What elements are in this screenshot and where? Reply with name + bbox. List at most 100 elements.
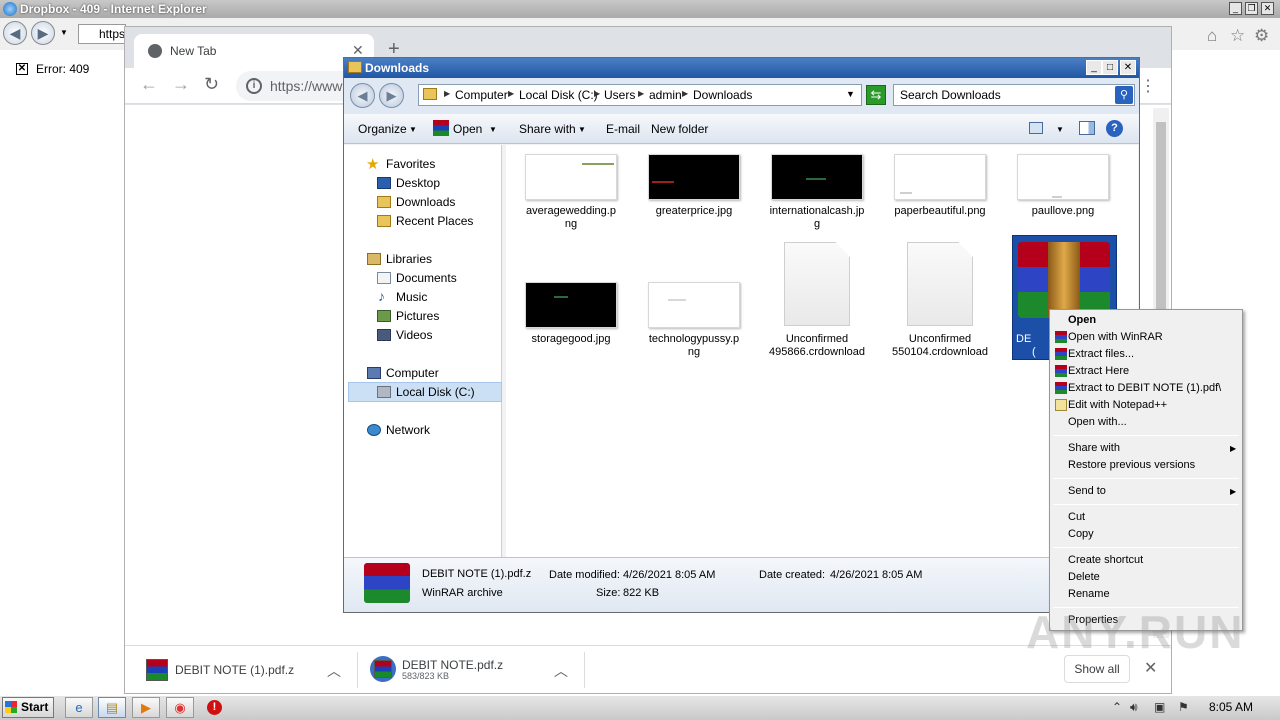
file-name[interactable]: storagegood.jpg <box>512 333 630 346</box>
chevron-down-icon[interactable]: ▼ <box>489 125 497 134</box>
forward-arrow-icon[interactable]: → <box>172 74 190 95</box>
scrollbar-thumb[interactable] <box>1156 122 1166 322</box>
menu-item-send-to[interactable]: Send to <box>1068 485 1106 497</box>
file-thumbnail[interactable] <box>771 154 863 200</box>
home-icon[interactable]: ⌂ <box>1207 26 1217 46</box>
chevron-down-icon[interactable]: ▼ <box>409 125 417 134</box>
network-tray-icon[interactable]: ▣ <box>1154 700 1165 714</box>
blank-document-icon[interactable] <box>784 242 850 326</box>
new-folder-button[interactable]: New folder <box>651 122 708 136</box>
nav-item-recent-places[interactable]: Recent Places <box>396 214 473 228</box>
kebab-menu-icon[interactable]: ⋮ <box>1140 76 1156 96</box>
chevron-right-icon[interactable]: ▶ <box>682 89 688 98</box>
nav-item-music[interactable]: Music <box>396 290 427 304</box>
file-thumbnail[interactable] <box>525 154 617 200</box>
help-icon[interactable]: ? <box>1106 120 1123 137</box>
file-thumbnail[interactable] <box>1017 154 1109 200</box>
nav-item-network[interactable]: Network <box>386 423 430 437</box>
ie-address-bar[interactable]: https <box>78 24 126 44</box>
ie-back-button[interactable]: ◀ <box>3 21 27 45</box>
nav-item-libraries[interactable]: Libraries <box>386 252 432 266</box>
chevron-right-icon[interactable]: ▶ <box>638 89 644 98</box>
volume-icon[interactable]: 🔊︎ <box>1130 700 1138 715</box>
preview-pane-icon[interactable] <box>1079 121 1095 135</box>
menu-item-open[interactable]: Open <box>1068 314 1096 326</box>
breadcrumb-local-disk[interactable]: Local Disk (C:) <box>519 88 598 102</box>
file-name[interactable]: paullove.png <box>1004 205 1122 218</box>
chevron-right-icon[interactable]: ▶ <box>508 89 514 98</box>
nav-item-videos[interactable]: Videos <box>396 328 432 342</box>
search-input[interactable]: Search Downloads <box>893 84 1135 106</box>
breadcrumb-computer[interactable]: Computer <box>455 88 508 102</box>
download-item-name[interactable]: DEBIT NOTE (1).pdf.z <box>175 663 294 677</box>
chrome-taskbar-icon[interactable]: ◉ <box>166 697 194 718</box>
menu-item-extract-here[interactable]: Extract Here <box>1068 365 1129 377</box>
show-all-button[interactable]: Show all <box>1064 655 1130 683</box>
file-thumbnail[interactable] <box>525 282 617 328</box>
view-options-icon[interactable] <box>1029 122 1043 134</box>
menu-item-copy[interactable]: Copy <box>1068 528 1094 540</box>
nav-item-pictures[interactable]: Pictures <box>396 309 439 323</box>
close-button[interactable]: ✕ <box>1120 60 1136 75</box>
chevron-down-icon[interactable]: ▼ <box>578 125 586 134</box>
file-thumbnail[interactable] <box>648 282 740 328</box>
back-button[interactable]: ◀ <box>350 83 375 108</box>
email-button[interactable]: E-mail <box>606 122 640 136</box>
gear-icon[interactable]: ⚙ <box>1254 26 1269 46</box>
file-name[interactable]: paperbeautiful.png <box>881 205 999 218</box>
back-arrow-icon[interactable]: ← <box>140 74 158 95</box>
maximize-button[interactable]: □ <box>1102 60 1118 75</box>
nav-item-favorites[interactable]: Favorites <box>386 157 435 171</box>
favorites-star-icon[interactable]: ☆ <box>1230 26 1245 46</box>
file-name[interactable]: internationalcash.jp g <box>758 205 876 231</box>
file-name[interactable]: technologypussy.p ng <box>635 333 753 359</box>
menu-item-rename[interactable]: Rename <box>1068 588 1110 600</box>
menu-item-edit-notepad[interactable]: Edit with Notepad++ <box>1068 399 1167 411</box>
media-player-taskbar-icon[interactable]: ▶ <box>132 697 160 718</box>
search-icon[interactable]: ⚲ <box>1115 86 1133 104</box>
nav-item-local-disk[interactable]: Local Disk (C:) <box>396 385 475 399</box>
address-dropdown-icon[interactable]: ▼ <box>846 89 855 99</box>
file-name[interactable]: averagewedding.p ng <box>512 205 630 231</box>
organize-button[interactable]: Organize <box>358 122 407 136</box>
file-name[interactable]: Unconfirmed 495866.crdownload <box>758 333 876 359</box>
ie-minimize-button[interactable]: _ <box>1229 2 1242 15</box>
clock[interactable]: 8:05 AM <box>1209 700 1253 714</box>
file-thumbnail[interactable] <box>648 154 740 200</box>
menu-item-open-with[interactable]: Open with... <box>1068 416 1127 428</box>
info-icon[interactable]: i <box>246 78 262 94</box>
menu-item-extract-files[interactable]: Extract files... <box>1068 348 1134 360</box>
ie-taskbar-icon[interactable]: e <box>65 697 93 718</box>
share-with-button[interactable]: Share with <box>519 122 576 136</box>
tray-expand-icon[interactable]: ⌃ <box>1112 700 1122 714</box>
breadcrumb-admin[interactable]: admin <box>649 88 682 102</box>
minimize-button[interactable]: _ <box>1086 60 1102 75</box>
menu-item-delete[interactable]: Delete <box>1068 571 1100 583</box>
chevron-right-icon[interactable]: ▶ <box>594 89 600 98</box>
reload-icon[interactable]: ↻ <box>204 74 219 95</box>
menu-item-create-shortcut[interactable]: Create shortcut <box>1068 554 1143 566</box>
chevron-down-icon[interactable]: ▼ <box>1056 125 1064 134</box>
menu-item-open-with-winrar[interactable]: Open with WinRAR <box>1068 331 1163 343</box>
menu-item-share-with[interactable]: Share with <box>1068 442 1120 454</box>
breadcrumb-users[interactable]: Users <box>604 88 635 102</box>
refresh-icon[interactable]: ⇆ <box>866 85 886 105</box>
ie-restore-button[interactable]: ❐ <box>1245 2 1258 15</box>
file-name[interactable]: Unconfirmed 550104.crdownload <box>881 333 999 359</box>
nav-item-documents[interactable]: Documents <box>396 271 457 285</box>
chevron-right-icon[interactable]: ▶ <box>444 89 450 98</box>
ie-close-button[interactable]: ✕ <box>1261 2 1274 15</box>
ie-forward-button[interactable]: ▶ <box>31 21 55 45</box>
menu-item-extract-to[interactable]: Extract to DEBIT NOTE (1).pdf\ <box>1068 382 1221 394</box>
close-icon[interactable]: ✕ <box>1144 658 1157 678</box>
chevron-up-icon[interactable]: ︿ <box>554 661 568 681</box>
menu-item-restore-versions[interactable]: Restore previous versions <box>1068 459 1195 471</box>
chevron-up-icon[interactable]: ︿ <box>327 661 341 681</box>
alert-app-icon[interactable]: ! <box>207 700 222 715</box>
nav-item-downloads[interactable]: Downloads <box>396 195 455 209</box>
forward-button[interactable]: ▶ <box>379 83 404 108</box>
breadcrumb-downloads[interactable]: Downloads <box>693 88 752 102</box>
blank-document-icon[interactable] <box>907 242 973 326</box>
nav-item-desktop[interactable]: Desktop <box>396 176 440 190</box>
action-center-flag-icon[interactable]: ⚑ <box>1178 700 1189 714</box>
